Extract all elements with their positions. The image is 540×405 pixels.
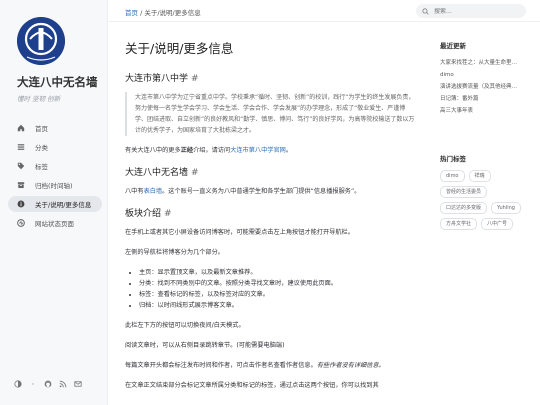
section-heading-school: 大连市第八中学 # bbox=[125, 71, 415, 84]
paragraph: 每篇文章开头都会标注发布时间和作者，可点击作者名查看作者信息。有些作者没有详细信… bbox=[125, 360, 415, 371]
recent-post-link[interactable]: dimo bbox=[440, 69, 530, 81]
text: 每篇文章开头都会标注发布时间和作者，可点击作者名查看作者信息。 bbox=[125, 362, 317, 369]
list-item: 归档：以时间线形式展示博客文章。 bbox=[139, 300, 415, 311]
sidebar-item-categories[interactable]: 分类 bbox=[8, 139, 102, 155]
topbar: 首页 / 关于/说明/更多信息 bbox=[108, 0, 540, 22]
tag-chip[interactable]: 方舟文学社 bbox=[440, 218, 478, 230]
sidebar-item-label: 首页 bbox=[35, 125, 48, 133]
breadcrumb-home-link[interactable]: 首页 bbox=[125, 9, 138, 17]
tag-chip[interactable]: dimo bbox=[440, 170, 465, 182]
paragraph: 在手机上或者其它小屏设备访问博客时，可能需要点击左上角按钮才能打开导航栏。 bbox=[125, 229, 354, 236]
recent-post-link[interactable]: 日记簿：番外篇 bbox=[440, 93, 530, 105]
site-title[interactable]: 大连八中无名墙 bbox=[17, 74, 98, 90]
recent-post-link[interactable]: 演讲选拔赛流量（及其他经典… bbox=[440, 81, 530, 93]
paragraph: 此栏左下方的按钮可以切换夜间/白天模式。 bbox=[125, 322, 245, 329]
confession-wall-link[interactable]: 表白墙 bbox=[144, 188, 163, 195]
popular-tags-title: 热门标签 bbox=[440, 155, 466, 163]
recent-updates-list: 大家来找茬之：从大量生命里… dimo 演讲选拔赛流量（及其他经典… 日记簿：番… bbox=[440, 57, 530, 117]
school-logo-avatar[interactable] bbox=[17, 17, 65, 65]
list-item: 分类：找到不同类别中的文章。按照分类寻找文章时，建议使用此页面。 bbox=[139, 278, 415, 289]
school-intro-quote: 大连市第八中学为辽宁省重点中学。学校秉承“循时、坚韧、创新”的校训，践行“为学生… bbox=[125, 92, 415, 136]
text: 。 bbox=[285, 147, 293, 154]
search-input[interactable] bbox=[434, 7, 524, 15]
tag-chip[interactable]: Yuhling bbox=[491, 202, 521, 214]
text: 。这个账号一直义务为八中普通学生和各学生部门提供“信息播报服务”。 bbox=[162, 188, 361, 195]
site-subtitle: 懂时 坚韧 创新 bbox=[17, 95, 61, 103]
github-icon[interactable] bbox=[44, 380, 52, 388]
heading-text: 板块介绍 bbox=[125, 209, 162, 219]
theme-toggle-icon[interactable] bbox=[14, 380, 22, 388]
breadcrumb-current: 关于/说明/更多信息 bbox=[144, 9, 201, 17]
tag-chip[interactable]: 祥瑞 bbox=[468, 170, 491, 182]
sidebar-item-home[interactable]: 首页 bbox=[8, 120, 102, 136]
sidebar-item-label: 归档(时间轴) bbox=[35, 182, 73, 190]
tag-chip[interactable]: 八中广号 bbox=[481, 218, 514, 230]
recent-post-link[interactable]: 大家来找茬之：从大量生命里… bbox=[440, 57, 530, 69]
sidebar-item-label: 分类 bbox=[35, 144, 48, 152]
article-content: 关于/说明/更多信息 大连市第八中学 # 大连市第八中学为辽宁省重点中学。学校秉承… bbox=[125, 38, 415, 400]
rss-icon[interactable] bbox=[59, 380, 67, 388]
breadcrumb: 首页 / 关于/说明/更多信息 bbox=[125, 7, 201, 17]
anchor-hash-icon[interactable]: # bbox=[191, 74, 199, 84]
section-heading-sections: 板块介绍 # bbox=[125, 206, 415, 219]
text: 八中有 bbox=[125, 188, 144, 195]
sidebar-item-about[interactable]: 关于/说明/更多信息 bbox=[8, 196, 102, 212]
email-icon[interactable] bbox=[74, 380, 82, 388]
paragraph: 在文章正文结束部分会标记文章所属分类和标记的标签，通过点击这两个按钮，你可以找到… bbox=[125, 382, 379, 389]
right-panel: 最近更新 大家来找茬之：从大量生命里… dimo 演讲选拔赛流量（及其他经典… … bbox=[440, 40, 530, 230]
page-title: 关于/说明/更多信息 bbox=[125, 41, 234, 56]
sidebar-item-label: 网站状态页面 bbox=[35, 220, 74, 228]
home-icon bbox=[16, 123, 26, 133]
sidebar-nav: 首页 分类 标签 归档(时间轴) 关于/说明/更多信息 网站状态页面 bbox=[8, 120, 102, 234]
list-icon bbox=[16, 142, 26, 152]
sidebar-item-label: 关于/说明/更多信息 bbox=[35, 201, 92, 209]
tag-chip[interactable]: 曾经的生活委员 bbox=[440, 186, 488, 198]
popular-tags-list: dimo 祥瑞 曾经的生活委员 口达达的多变版 Yuhling 方舟文学社 八中… bbox=[440, 170, 530, 230]
paragraph: 阅读文章时，可以从右侧目录跳转章节。(可能需要电脑端) bbox=[125, 342, 285, 349]
sidebar: 大连八中无名墙 懂时 坚韧 创新 首页 分类 标签 归档(时间轴) 关于/说明/… bbox=[0, 0, 108, 405]
search-icon bbox=[422, 7, 429, 15]
sidebar-footer bbox=[14, 380, 82, 388]
official-site-link[interactable]: 大连市第八中学官网 bbox=[230, 147, 286, 154]
divider-dot-icon bbox=[29, 380, 37, 388]
sidebar-item-status[interactable]: 网站状态页面 bbox=[8, 215, 102, 231]
sidebar-item-label: 标签 bbox=[35, 163, 48, 171]
text: 介绍，请访问 bbox=[193, 147, 231, 154]
recent-post-link[interactable]: 高三大事年表 bbox=[440, 105, 530, 117]
wall-paragraph: 八中有表白墙。这个账号一直义务为八中普通学生和各学生部门提供“信息播报服务”。 bbox=[125, 186, 415, 197]
section-heading-wall: 大连八中无名墙 # bbox=[125, 165, 415, 178]
tag-chip[interactable]: 口达达的多变版 bbox=[440, 202, 488, 214]
search-box[interactable] bbox=[416, 4, 526, 18]
italic-text: 有些作者没有详细信息。 bbox=[316, 362, 385, 369]
sidebar-item-tags[interactable]: 标签 bbox=[8, 158, 102, 174]
text: 有关大连八中的更多 bbox=[125, 147, 181, 154]
section-list: 主页：显示置顶文章，以及最新文章推荐。 分类：找到不同类别中的文章。按照分类寻找… bbox=[139, 267, 415, 311]
archive-icon bbox=[16, 180, 26, 190]
list-item: 标签：查看标记的标签，以及标签对应的文章。 bbox=[139, 289, 415, 300]
school-emblem-icon bbox=[17, 17, 65, 65]
heading-text: 大连市第八中学 bbox=[125, 74, 189, 84]
bold-text: 正经 bbox=[180, 147, 194, 154]
heading-text: 大连八中无名墙 bbox=[125, 168, 189, 178]
recent-updates-title: 最近更新 bbox=[440, 42, 466, 50]
anchor-hash-icon[interactable]: # bbox=[191, 168, 199, 178]
status-icon bbox=[16, 218, 26, 228]
anchor-hash-icon[interactable]: # bbox=[164, 209, 172, 219]
tag-icon bbox=[16, 161, 26, 171]
paragraph: 左侧的导航栏将博客分为几个部分。 bbox=[125, 249, 224, 256]
school-more-paragraph: 有关大连八中的更多正经介绍，请访问大连市第八中学官网。 bbox=[125, 145, 415, 156]
sidebar-item-archive[interactable]: 归档(时间轴) bbox=[8, 177, 102, 193]
list-item: 主页：显示置顶文章，以及最新文章推荐。 bbox=[139, 267, 415, 278]
info-icon bbox=[16, 199, 26, 209]
